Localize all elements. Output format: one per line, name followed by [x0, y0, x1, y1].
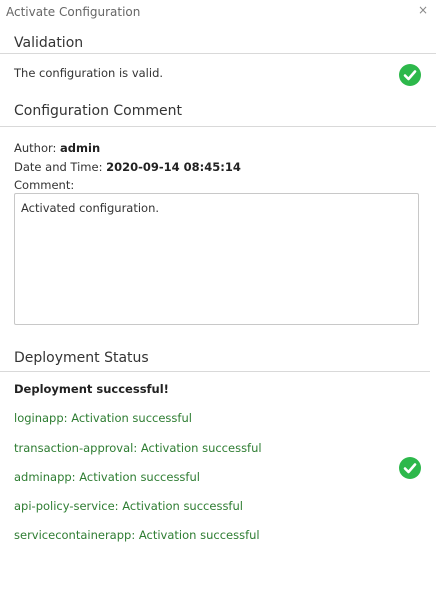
- configuration-comment-header: Configuration Comment: [0, 94, 436, 127]
- dialog-title: Activate Configuration: [6, 5, 141, 19]
- deployment-status-header: Deployment Status: [0, 346, 430, 372]
- validation-row: The configuration is valid.: [0, 54, 436, 94]
- validation-section: Validation The configuration is valid.: [0, 24, 436, 94]
- author-label: Author:: [14, 141, 57, 155]
- validation-header: Validation: [0, 24, 436, 54]
- author-row: Author: admin: [14, 141, 100, 155]
- deployment-item-adminapp: adminapp: Activation successful: [14, 470, 200, 484]
- check-circle-icon: [399, 64, 421, 86]
- deployment-item-loginapp: loginapp: Activation successful: [14, 411, 192, 425]
- comment-textarea[interactable]: Activated configuration.: [14, 193, 419, 325]
- datetime-value: 2020-09-14 08:45:14: [106, 160, 241, 174]
- deployment-item-transaction-approval: transaction-approval: Activation success…: [14, 441, 262, 455]
- deployment-item-api-policy-service: api-policy-service: Activation successfu…: [14, 499, 243, 513]
- datetime-row: Date and Time: 2020-09-14 08:45:14: [14, 160, 241, 174]
- comment-label: Comment:: [14, 178, 75, 192]
- dialog-titlebar: Activate Configuration ×: [0, 0, 436, 24]
- datetime-label: Date and Time:: [14, 160, 103, 174]
- configuration-comment-section: Configuration Comment: [0, 94, 436, 127]
- deployment-item-servicecontainerapp: servicecontainerapp: Activation successf…: [14, 528, 260, 542]
- author-value: admin: [60, 141, 101, 155]
- check-circle-icon: [399, 457, 421, 479]
- close-icon[interactable]: ×: [418, 3, 428, 17]
- deployment-summary: Deployment successful!: [14, 382, 169, 396]
- validation-message: The configuration is valid.: [14, 66, 164, 80]
